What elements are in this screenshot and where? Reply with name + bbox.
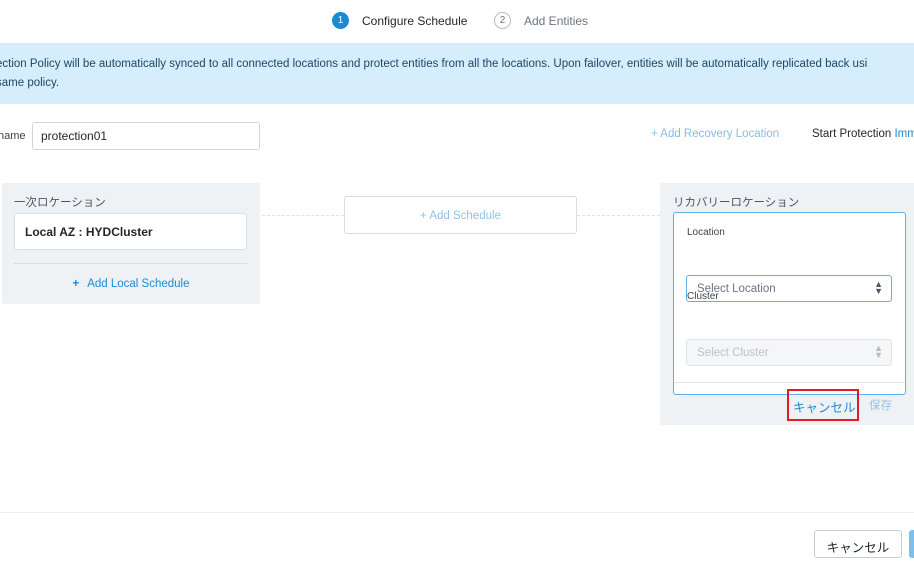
recovery-location-title: リカバリーロケーション	[673, 197, 800, 209]
plus-icon: +	[72, 278, 80, 290]
local-az-card: Local AZ : HYDCluster	[14, 213, 247, 250]
add-local-schedule-label: Add Local Schedule	[87, 278, 190, 290]
divider	[14, 263, 247, 264]
step-label: Add Entities	[524, 13, 589, 28]
info-banner: ection Policy will be automatically sync…	[0, 43, 914, 104]
select-arrows-icon: ▲ ▼	[874, 279, 883, 296]
policy-name-label: name	[0, 130, 26, 142]
start-protection-value[interactable]: Imm	[894, 128, 914, 140]
recovery-cancel-label: キャンセル	[793, 401, 856, 415]
cluster-select-value: Select Cluster	[697, 347, 769, 359]
start-protection: Start Protection Imm	[812, 128, 914, 140]
policy-name-input[interactable]	[32, 122, 260, 150]
start-protection-label: Start Protection	[812, 128, 892, 140]
recovery-location-form: Location Select Location ▲ ▼ Cluster Sele…	[673, 212, 906, 421]
local-az-label: Local AZ : HYDCluster	[25, 225, 153, 239]
location-label: Location	[687, 227, 725, 238]
divider	[674, 382, 905, 383]
wizard-steps: 1 Configure Schedule 2 Add Entities	[0, 12, 914, 32]
footer-divider	[0, 512, 914, 513]
cluster-select[interactable]: Select Cluster ▲ ▼	[686, 339, 892, 366]
step-label: Configure Schedule	[362, 13, 468, 28]
connector-line	[577, 215, 660, 216]
step-number: 2	[494, 12, 511, 29]
add-schedule-button[interactable]: + Add Schedule	[344, 196, 577, 234]
connector-line	[262, 215, 344, 216]
banner-text-line-1: ection Policy will be automatically sync…	[0, 58, 868, 70]
recovery-save-link[interactable]: 保存	[869, 397, 892, 413]
banner-text-line-2: same policy.	[0, 77, 60, 89]
recovery-location-panel: リカバリーロケーション Location Select Location ▲ ▼ …	[660, 183, 914, 425]
footer-cancel-label: キャンセル	[826, 540, 890, 555]
step-number: 1	[332, 12, 349, 29]
select-arrows-icon: ▲ ▼	[874, 343, 883, 360]
primary-location-panel: 一次ロケーション Local AZ : HYDCluster + Add Loca…	[2, 183, 260, 304]
step-add-entities[interactable]: 2 Add Entities	[494, 12, 588, 29]
primary-location-title: 一次ロケーション	[14, 197, 106, 209]
add-local-schedule-button[interactable]: + Add Local Schedule	[2, 278, 260, 290]
add-recovery-location-link[interactable]: + Add Recovery Location	[651, 128, 779, 140]
footer-cancel-button[interactable]: キャンセル	[814, 530, 902, 558]
recovery-cancel-link[interactable]: キャンセル	[787, 389, 859, 421]
step-configure-schedule[interactable]: 1 Configure Schedule	[332, 12, 467, 29]
cluster-label: Cluster	[687, 291, 719, 302]
next-button[interactable]	[909, 530, 914, 558]
add-schedule-label: + Add Schedule	[420, 210, 501, 222]
